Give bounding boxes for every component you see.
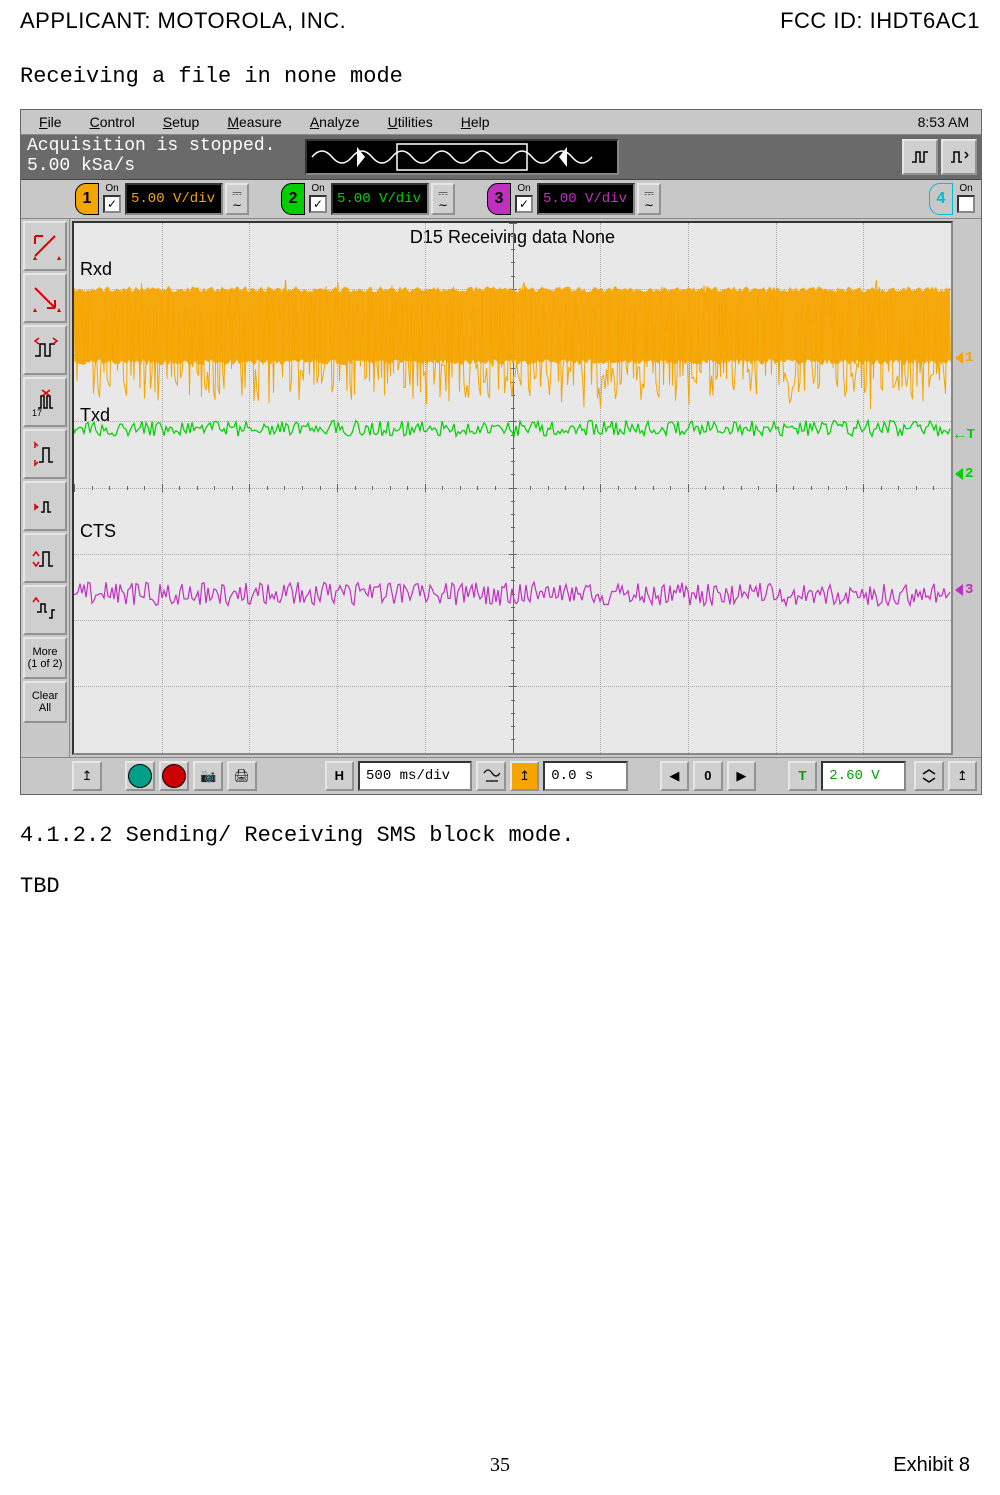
tool-2[interactable]	[23, 273, 67, 323]
up-arrow-button-2[interactable]: ↥	[948, 761, 978, 791]
menubar: File Control Setup Measure Analyze Utili…	[21, 110, 981, 135]
more-button[interactable]: More (1 of 2)	[23, 637, 67, 679]
left-toolbar: 17 More (1 of 2) Clear All	[21, 219, 70, 757]
section-heading: 4.1.2.2 Sending/ Receiving SMS block mod…	[0, 795, 1000, 848]
chan-3-on[interactable]: On✓	[513, 184, 535, 213]
menu-file[interactable]: File	[25, 112, 76, 132]
chan-3-coupling[interactable]: ⎓∼	[637, 183, 661, 215]
chan-3-badge[interactable]: 3	[487, 183, 511, 215]
marker-gutter: 1 ← T 2 3	[953, 219, 981, 757]
tool-7[interactable]	[23, 533, 67, 583]
chan-2-coupling[interactable]: ⎓∼	[431, 183, 455, 215]
signal-label-rxd: Rxd	[80, 259, 112, 280]
chan-4-badge[interactable]: 4	[929, 183, 953, 215]
chan-2-badge[interactable]: 2	[281, 183, 305, 215]
applicant-label: APPLICANT: MOTOROLA, INC.	[20, 8, 346, 34]
pulse-icon[interactable]	[902, 139, 938, 175]
up-arrow-button[interactable]: ↥	[72, 761, 102, 791]
channel-controls: 1 On✓ 5.00 V/div ⎓∼ 2 On✓ 5.00 V/div ⎓∼ …	[21, 180, 981, 219]
acquisition-status-bar: Acquisition is stopped. 5.00 kSa/s	[21, 135, 981, 180]
tool-4[interactable]: 17	[23, 377, 67, 427]
trigger-t-button[interactable]: T	[788, 761, 818, 791]
scroll-right-button[interactable]: ▶	[727, 761, 757, 791]
scroll-left-button[interactable]: ◀	[660, 761, 690, 791]
spinner-button[interactable]	[914, 761, 944, 791]
acq-status-line2: 5.00 kSa/s	[27, 157, 275, 177]
chan-3-vdiv[interactable]: 5.00 V/div	[537, 183, 635, 215]
tool-3[interactable]	[23, 325, 67, 375]
menu-setup[interactable]: Setup	[149, 112, 214, 132]
tbd-label: TBD	[0, 848, 1000, 899]
signal-label-cts: CTS	[80, 521, 116, 542]
tool-6[interactable]	[23, 481, 67, 531]
exhibit-label: Exhibit 8	[893, 1454, 970, 1477]
svg-text:17: 17	[32, 408, 42, 418]
memory-bar	[305, 139, 619, 175]
page-number: 35	[490, 1454, 510, 1477]
waveform-display[interactable]: D15 Receiving data None RxdTxdCTS	[72, 221, 953, 755]
menu-measure[interactable]: Measure	[213, 112, 295, 132]
camera-icon[interactable]: 📷	[193, 761, 223, 791]
timebase-field[interactable]: 500 ms/div	[358, 761, 472, 791]
fcc-id-label: FCC ID: IHDT6AC1	[780, 8, 980, 34]
clear-all-button[interactable]: Clear All	[23, 681, 67, 723]
tool-5[interactable]	[23, 429, 67, 479]
menu-utilities[interactable]: Utilities	[374, 112, 447, 132]
tool-1[interactable]	[23, 221, 67, 271]
chan-1-vdiv[interactable]: 5.00 V/div	[125, 183, 223, 215]
chan-1-on[interactable]: On✓	[101, 184, 123, 213]
coupling-button[interactable]	[476, 761, 506, 791]
menu-help[interactable]: Help	[447, 112, 504, 132]
marker-3: 3	[955, 582, 973, 598]
scroll-center-button[interactable]: 0	[693, 761, 723, 791]
trigger-level-field[interactable]: 2.60 V	[821, 761, 906, 791]
chan-4-on[interactable]: On	[955, 184, 977, 213]
delay-field[interactable]: 0.0 s	[543, 761, 628, 791]
tool-8[interactable]	[23, 585, 67, 635]
clock-label: 8:53 AM	[910, 112, 977, 132]
timebase-h-button[interactable]: H	[325, 761, 355, 791]
figure-caption: Receiving a file in none mode	[0, 34, 1000, 109]
printer-icon[interactable]: 🖨	[227, 761, 257, 791]
menu-analyze[interactable]: Analyze	[296, 112, 374, 132]
marker-2: 2	[955, 466, 973, 482]
chan-1-coupling[interactable]: ⎓∼	[225, 183, 249, 215]
run-button[interactable]	[125, 761, 155, 791]
marker-1: 1	[955, 350, 973, 366]
wave-icon[interactable]	[941, 139, 977, 175]
menu-control[interactable]: Control	[76, 112, 149, 132]
acq-status-line1: Acquisition is stopped.	[27, 137, 275, 157]
marker-T: ← T	[955, 426, 975, 444]
delay-ref-button[interactable]: ↥	[510, 761, 540, 791]
oscilloscope-screenshot: File Control Setup Measure Analyze Utili…	[20, 109, 982, 795]
chan-2-vdiv[interactable]: 5.00 V/div	[331, 183, 429, 215]
signal-label-txd: Txd	[80, 405, 110, 426]
chan-1-badge[interactable]: 1	[75, 183, 99, 215]
bottom-toolbar: ↥ 📷 🖨 H 500 ms/div ↥ 0.0 s ◀ 0 ▶ T 2.60 …	[21, 757, 981, 794]
stop-button[interactable]	[159, 761, 189, 791]
chan-2-on[interactable]: On✓	[307, 184, 329, 213]
